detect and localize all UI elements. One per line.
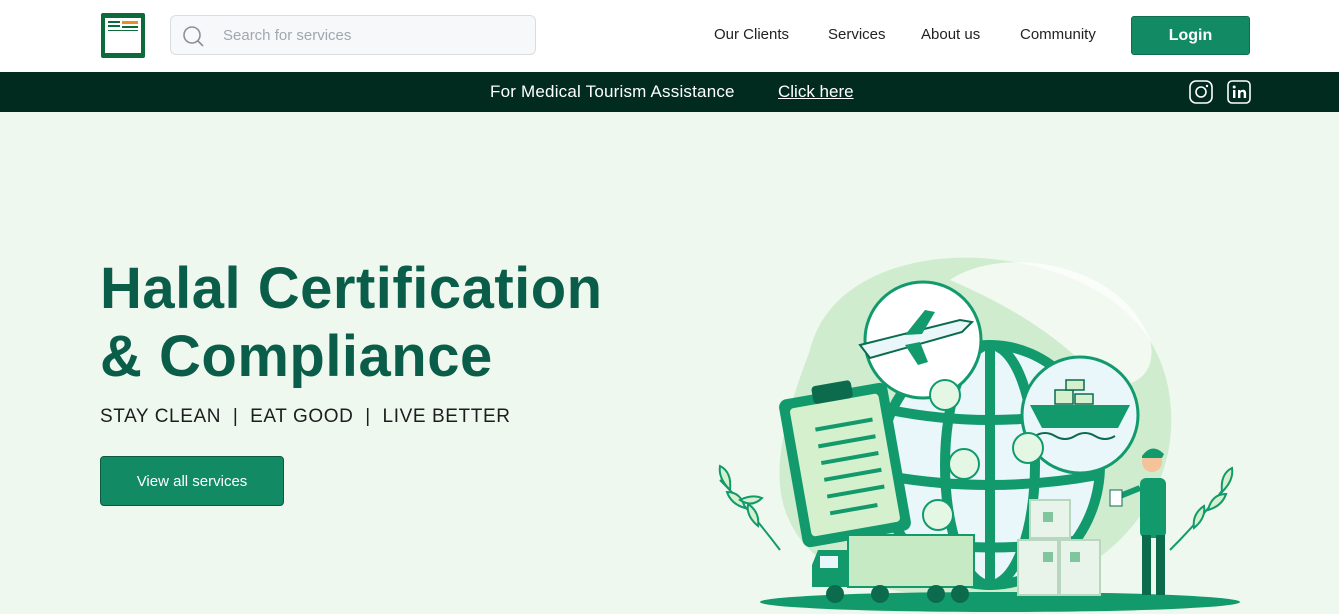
search-bar[interactable]: Search for services bbox=[170, 15, 536, 55]
brand-logo[interactable] bbox=[101, 13, 145, 58]
search-input[interactable]: Search for services bbox=[223, 27, 351, 44]
nav-community[interactable]: Community bbox=[1020, 26, 1096, 44]
linkedin-icon[interactable] bbox=[1227, 80, 1251, 104]
site-header: Search for services Our Clients Services… bbox=[0, 0, 1339, 72]
hero-title-line-2: & Compliance bbox=[100, 324, 493, 389]
logistics-illustration bbox=[718, 257, 1240, 612]
hero-title-line-1: Halal Certification bbox=[100, 256, 603, 321]
nav-about-us[interactable]: About us bbox=[921, 26, 980, 44]
plant-right-icon bbox=[1169, 466, 1234, 551]
login-button[interactable]: Login bbox=[1131, 16, 1250, 55]
banner-click-here-link[interactable]: Click here bbox=[778, 82, 854, 102]
announcement-banner: For Medical Tourism Assistance Click her… bbox=[0, 72, 1339, 112]
plant-left-icon bbox=[718, 464, 781, 551]
instagram-icon[interactable] bbox=[1189, 80, 1213, 104]
hero-title: Halal Certification & Compliance bbox=[100, 255, 720, 391]
search-icon bbox=[183, 26, 204, 47]
banner-text: For Medical Tourism Assistance bbox=[490, 82, 735, 101]
hero-tagline: STAY CLEAN | EAT GOOD | LIVE BETTER bbox=[100, 406, 511, 427]
nav-our-clients[interactable]: Our Clients bbox=[714, 26, 789, 44]
nav-services[interactable]: Services bbox=[828, 26, 886, 44]
view-all-services-button[interactable]: View all services bbox=[100, 456, 284, 506]
